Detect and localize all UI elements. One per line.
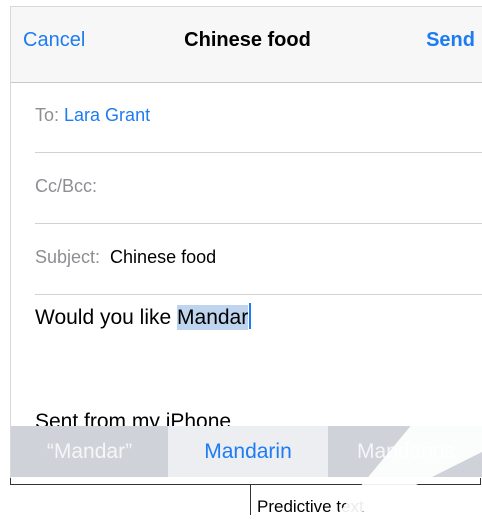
page-curl-wedge [330,340,482,523]
